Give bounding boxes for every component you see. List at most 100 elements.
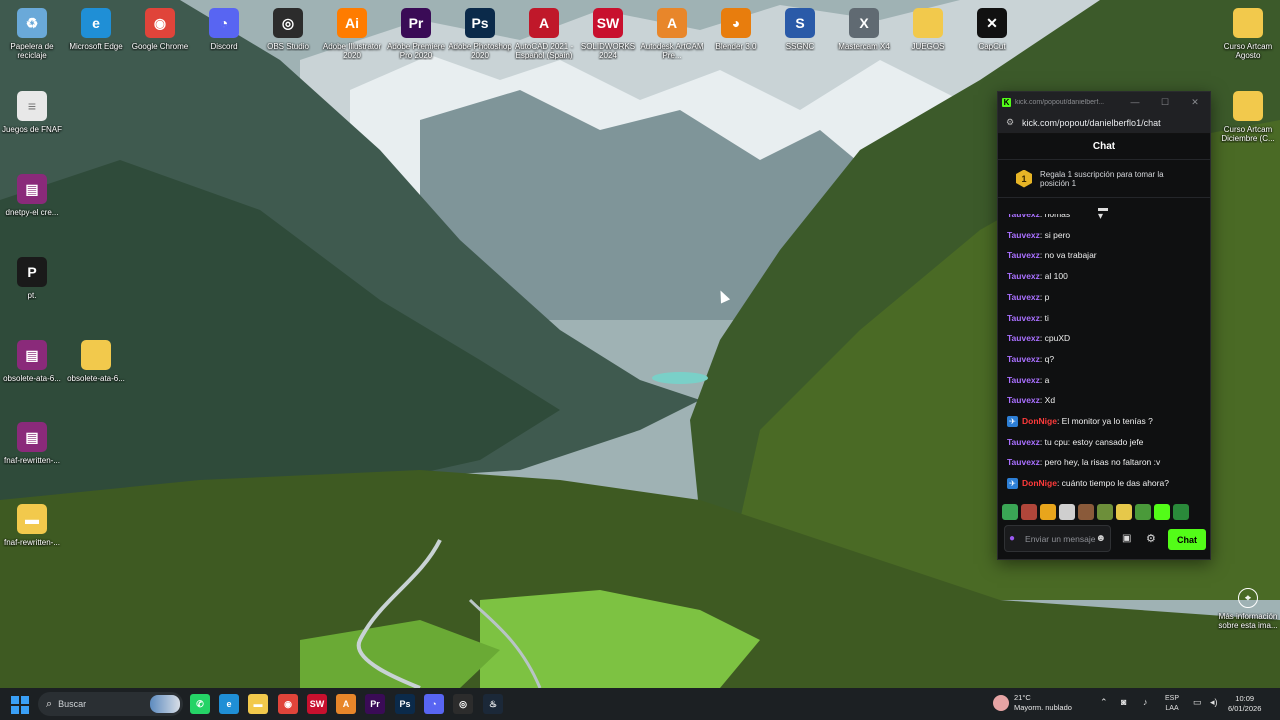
emote-icon[interactable] [1021,504,1037,520]
window-titlebar[interactable]: K kick.com/popout/danielberf... — ☐ ✕ [998,92,1210,112]
taskbar-artcam-icon[interactable]: A [336,694,356,714]
close-icon[interactable]: ✕ [1180,97,1210,108]
gamepad-icon[interactable]: ◙ [1121,697,1126,707]
settings-icon[interactable]: ⚙ [1146,532,1156,545]
chat-username[interactable]: Tauvexz [1007,292,1040,302]
chevron-up-icon[interactable]: ⌃ [1100,697,1108,708]
desktop-icon-file[interactable]: ≡ Juegos de FNAF [0,87,64,153]
desktop-icon-winrar[interactable]: ▤ fnaf-rewritten-... [0,418,64,484]
desktop-icon-mastercam[interactable]: X Mastercam X4 [832,4,896,70]
gift-icon[interactable]: ▣ [1122,533,1131,544]
microphone-icon[interactable]: ♪ [1143,697,1148,707]
desktop-icon-capcut[interactable]: ✕ CapCut [960,4,1024,70]
desktop-icon-discord[interactable]: ◔ Discord [192,4,256,70]
microphone-icon[interactable]: ● [1009,533,1019,544]
taskbar-chrome-icon[interactable]: ◉ [278,694,298,714]
app-icon: P [17,257,47,287]
taskbar-obs-icon[interactable]: ◎ [453,694,473,714]
desktop-icon-more-info[interactable]: ⌖ Más información sobre esta ima... [1216,584,1280,650]
desktop-icon-illustrator[interactable]: Ai Adobe Illustrator 2020 [320,4,384,70]
language-indicator[interactable]: ESP LAA [1165,694,1179,714]
emote-icon[interactable] [1040,504,1056,520]
emote-icon[interactable] [1173,504,1189,520]
desktop-icon-obs[interactable]: ◎ OBS Studio [256,4,320,70]
folder-icon [81,340,111,370]
network-icon[interactable]: ▭ [1193,697,1202,708]
chat-username[interactable]: Tauvexz [1007,375,1040,385]
chat-message-text: : no va trabajar [1039,250,1097,261]
desktop-icon-label: Más información sobre esta ima... [1218,612,1278,630]
weather-widget[interactable]: 21°C Mayorm. nublado [993,693,1072,713]
chat-username[interactable]: Tauvexz [1007,457,1040,467]
desktop-icon-solidworks[interactable]: SW SOLIDWORKS 2024 [576,4,640,70]
chat-input-field[interactable]: ● Enviar un mensaje ☻ [1004,525,1111,552]
chat-username[interactable]: DonNige [1022,416,1057,426]
emote-icon[interactable] [1116,504,1132,520]
desktop-icon-artcam[interactable]: A Autodesk ArtCAM Pre... [640,4,704,70]
desktop-icon-edge[interactable]: e Microsoft Edge [64,4,128,70]
taskbar-solidworks-icon[interactable]: SW [307,694,327,714]
keyboard-layout: LAA [1165,705,1179,712]
chat-message: Tauvexz: p [1007,290,1049,304]
chat-input-placeholder: Enviar un mensaje [1025,533,1096,544]
address-bar[interactable]: ⚙ kick.com/popout/danielberflo1/chat [998,112,1210,134]
chat-message: Tauvexz: q? [1007,352,1054,366]
desktop-icon-blender[interactable]: ◕ Blender 3.0 [704,4,768,70]
desktop-icon-curso-artcam-diciembre[interactable]: Curso Artcam Diciembre (C... [1216,87,1280,153]
folder-icon [1233,91,1263,121]
chat-username[interactable]: Tauvexz [1007,250,1040,260]
maximize-icon[interactable]: ☐ [1150,97,1180,108]
taskbar-premiere-icon[interactable]: Pr [365,694,385,714]
desktop-icon-label: Adobe Premiere Pro 2020 [387,42,445,60]
desktop-icon-autocad[interactable]: A AutoCAD 2021 - Español (Spain) [512,4,576,70]
chat-username[interactable]: Tauvexz [1007,437,1040,447]
taskbar-photoshop-icon[interactable]: Ps [395,694,415,714]
emote-icon[interactable] [1135,504,1151,520]
desktop-icon-label: obsolete-ata-6... [3,374,61,383]
premiere-icon: Pr [401,8,431,38]
taskbar-file-explorer-icon[interactable]: ▬ [248,694,268,714]
chat-username[interactable]: Tauvexz [1007,271,1040,281]
emote-icon[interactable] [1002,504,1018,520]
minimize-icon[interactable]: — [1120,97,1150,107]
emoji-icon[interactable]: ☻ [1095,533,1106,544]
emote-icon[interactable] [1154,504,1170,520]
taskbar-whatsapp-icon[interactable]: ✆ [190,694,210,714]
desktop-icon-ssgnc[interactable]: S SSGNC [768,4,832,70]
desktop-icon-recycle-bin[interactable]: ♻ Papelera de reciclaje [0,4,64,70]
taskbar-steam-icon[interactable]: ♨ [483,694,503,714]
volume-icon[interactable]: ◂) [1210,697,1218,708]
desktop-icon-photoshop[interactable]: Ps Adobe Photoshop 2020 [448,4,512,70]
desktop-icon-folder[interactable]: ▬ fnaf-rewritten-... [0,500,64,566]
desktop-icon-curso-artcam-agosto[interactable]: Curso Artcam Agosto [1216,4,1280,70]
chat-username[interactable]: Tauvexz [1007,214,1040,219]
taskbar-search[interactable]: ⌕ Buscar [38,692,183,716]
chat-header: Chat [998,134,1210,160]
kick-chat-window[interactable]: K kick.com/popout/danielberf... — ☐ ✕ ⚙ … [997,91,1211,560]
desktop-icon-winrar[interactable]: ▤ dnetpy-el cre... [0,170,64,236]
emote-icon[interactable] [1078,504,1094,520]
system-clock[interactable]: 10:09 6/01/2026 [1228,694,1261,714]
taskbar-discord-icon[interactable]: ◔ [424,694,444,714]
desktop-icon-chrome[interactable]: ◉ Google Chrome [128,4,192,70]
send-chat-button[interactable]: Chat [1168,529,1206,550]
chat-username[interactable]: Tauvexz [1007,230,1040,240]
desktop-icon-winrar[interactable]: ▤ obsolete-ata-6... [0,336,64,402]
desktop-icon-folder[interactable]: obsolete-ata-6... [64,336,128,402]
mastercam-icon: X [849,8,879,38]
gift-sub-banner[interactable]: 1 Regala 1 suscripción para tomar la pos… [998,160,1210,198]
recycle-bin-icon: ♻ [17,8,47,38]
taskbar-edge-icon[interactable]: e [219,694,239,714]
emote-icon[interactable] [1059,504,1075,520]
chat-username[interactable]: Tauvexz [1007,333,1040,343]
desktop-icon-premiere[interactable]: Pr Adobe Premiere Pro 2020 [384,4,448,70]
chat-username[interactable]: DonNige [1022,478,1057,488]
emote-icon[interactable] [1097,504,1113,520]
chat-username[interactable]: Tauvexz [1007,313,1040,323]
desktop-icon-folder[interactable]: JUEGOS [896,4,960,70]
site-info-icon[interactable]: ⚙ [1006,117,1016,128]
start-button[interactable] [11,696,29,714]
chat-username[interactable]: Tauvexz [1007,354,1040,364]
chat-username[interactable]: Tauvexz [1007,395,1040,405]
desktop-icon-app[interactable]: Ppt. [0,253,64,319]
